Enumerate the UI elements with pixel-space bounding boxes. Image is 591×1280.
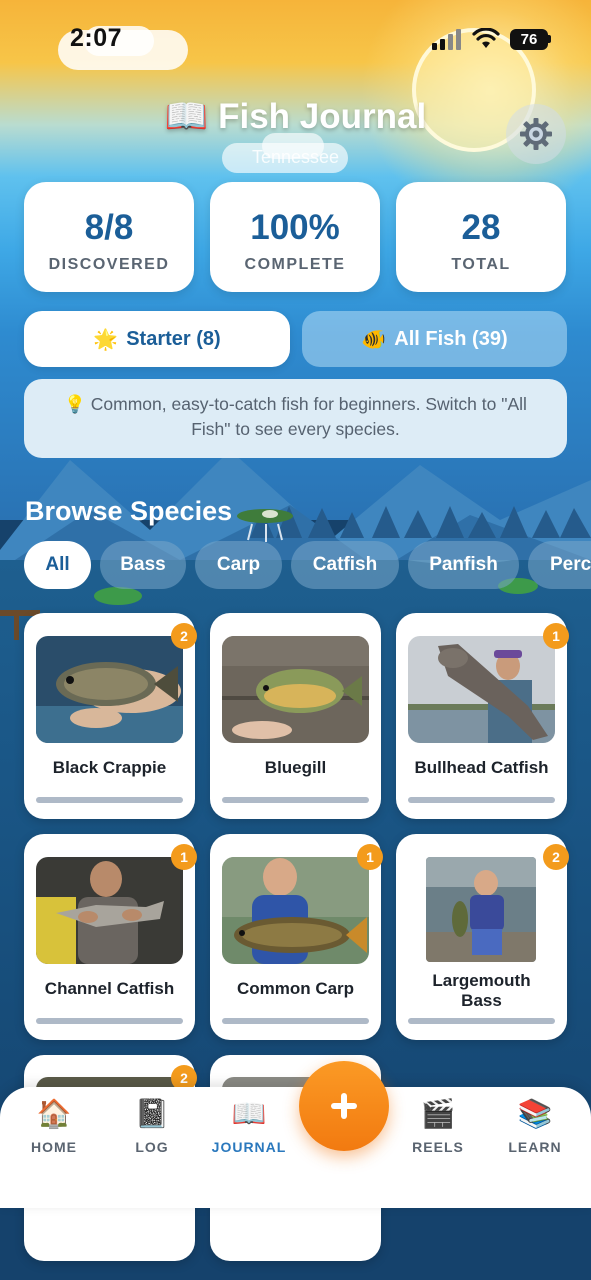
- lightbulb-icon: 💡: [64, 394, 86, 414]
- section-title: Browse Species: [25, 496, 233, 526]
- fish-photo: [222, 857, 369, 964]
- boat-illustration: [237, 509, 293, 542]
- nav-label: JOURNAL: [211, 1139, 287, 1155]
- stat-value: 8/8: [84, 208, 134, 247]
- filter-chip-carp[interactable]: Carp: [195, 541, 282, 589]
- gear-icon: [520, 118, 552, 150]
- battery-tip: [548, 35, 551, 43]
- nav-learn[interactable]: 📚 LEARN: [490, 1097, 580, 1155]
- fish-photo: [408, 636, 555, 743]
- star-icon: 🌟: [93, 328, 119, 351]
- nav-label: REELS: [412, 1139, 464, 1155]
- stat-label: COMPLETE: [244, 256, 346, 273]
- tropical-fish-icon: 🐠: [361, 328, 387, 351]
- catch-count-badge: 2: [171, 623, 197, 649]
- page-title-text: Fish Journal: [218, 97, 427, 136]
- fish-photo: [426, 857, 536, 962]
- book-icon: 📖: [164, 97, 209, 136]
- all-fish-mode-label: All Fish (39): [394, 327, 508, 350]
- filter-chip-label: All: [45, 554, 70, 575]
- filter-chip-panfish[interactable]: Panfish: [408, 541, 519, 589]
- stat-complete: 100% COMPLETE: [210, 182, 380, 292]
- tip-banner: 💡 Common, easy-to-catch fish for beginne…: [24, 379, 567, 458]
- stat-label: TOTAL: [451, 256, 511, 273]
- fish-card-common-carp[interactable]: 1 Common Carp: [210, 834, 383, 1040]
- fish-name: Black Crappie: [52, 758, 167, 777]
- books-icon: 📚: [517, 1098, 553, 1129]
- fish-card-channel-catfish[interactable]: 1 Channel Catfish: [24, 834, 197, 1040]
- stat-total: 28 TOTAL: [396, 182, 566, 292]
- fish-name: Channel Catfish: [44, 979, 175, 998]
- catch-count-badge: 2: [543, 844, 569, 870]
- filter-chip-label: Bass: [120, 554, 166, 575]
- region-subtitle: Tennessee: [251, 147, 340, 167]
- fish-photo: [222, 636, 369, 743]
- fish-photo: [36, 857, 183, 964]
- fish-card-bullhead-catfish[interactable]: 1 Bullhead Catfish: [396, 613, 569, 819]
- filter-chip-bass[interactable]: Bass: [100, 541, 186, 589]
- filter-chip-perch[interactable]: Perc: [528, 541, 591, 589]
- add-catch-button[interactable]: [299, 1061, 389, 1151]
- nav-home[interactable]: 🏠 HOME: [9, 1097, 99, 1155]
- tip-text: Common, easy-to-catch fish for beginners…: [90, 394, 527, 439]
- open-book-icon: 📖: [231, 1098, 267, 1129]
- stat-label: DISCOVERED: [48, 256, 170, 273]
- nav-label: HOME: [31, 1139, 77, 1155]
- all-fish-mode-button[interactable]: 🐠 All Fish (39): [302, 311, 567, 367]
- fish-card-bluegill[interactable]: Bluegill: [210, 613, 381, 819]
- catch-count-badge: 1: [543, 623, 569, 649]
- progress-bar: [36, 1018, 183, 1024]
- starter-mode-label: Starter (8): [126, 327, 221, 350]
- battery-indicator: 76: [510, 29, 548, 50]
- fish-name: Largemouth Bass: [432, 971, 531, 1010]
- stat-value: 28: [461, 208, 501, 247]
- stat-discovered: 8/8 DISCOVERED: [24, 182, 194, 292]
- catch-count-badge: 1: [171, 844, 197, 870]
- filter-chip-label: Panfish: [429, 554, 498, 575]
- clapperboard-icon: 🎬: [420, 1098, 456, 1129]
- settings-button[interactable]: [506, 104, 566, 164]
- status-time: 2:07: [70, 24, 123, 52]
- progress-bar: [222, 1018, 369, 1024]
- progress-bar: [222, 797, 369, 803]
- fish-name: Bullhead Catfish: [414, 758, 549, 777]
- notebook-icon: 📓: [134, 1098, 170, 1129]
- progress-bar: [408, 797, 555, 803]
- bottom-navigation: 🏠 HOME 📓 LOG 📖 JOURNAL 🎬 REELS 📚 LEARN: [0, 1087, 591, 1208]
- fish-photo: [36, 636, 183, 743]
- fish-name: Bluegill: [264, 758, 327, 777]
- nav-label: LEARN: [508, 1139, 562, 1155]
- nav-label: LOG: [135, 1139, 169, 1155]
- nav-journal[interactable]: 📖 JOURNAL: [204, 1097, 294, 1155]
- progress-bar: [36, 797, 183, 803]
- filter-chip-catfish[interactable]: Catfish: [291, 541, 399, 589]
- filter-chip-all[interactable]: All: [24, 541, 91, 589]
- nav-reels[interactable]: 🎬 REELS: [393, 1097, 483, 1155]
- nav-log[interactable]: 📓 LOG: [107, 1097, 197, 1155]
- starter-mode-button[interactable]: 🌟 Starter (8): [24, 311, 290, 367]
- filter-chip-label: Carp: [216, 554, 261, 575]
- filter-chip-label: Catfish: [312, 554, 378, 575]
- category-filter-row: All Bass Carp Catfish Panfish Perc: [24, 541, 591, 589]
- signal-icon: [432, 29, 461, 50]
- house-icon: 🏠: [36, 1098, 72, 1129]
- progress-bar: [408, 1018, 555, 1024]
- wifi-icon: [472, 28, 500, 48]
- status-icons: 76: [430, 27, 552, 53]
- stat-value: 100%: [250, 208, 340, 247]
- filter-chip-label: Perc: [550, 554, 591, 575]
- fish-card-largemouth-bass[interactable]: 2 Largemouth Bass: [396, 834, 569, 1040]
- fish-card-black-crappie[interactable]: 2 Black Crappie: [24, 613, 197, 819]
- fish-name: Common Carp: [236, 979, 355, 998]
- page-title: 📖 Fish Journal: [0, 96, 591, 137]
- plus-icon: [331, 1093, 357, 1119]
- catch-count-badge: 1: [357, 844, 383, 870]
